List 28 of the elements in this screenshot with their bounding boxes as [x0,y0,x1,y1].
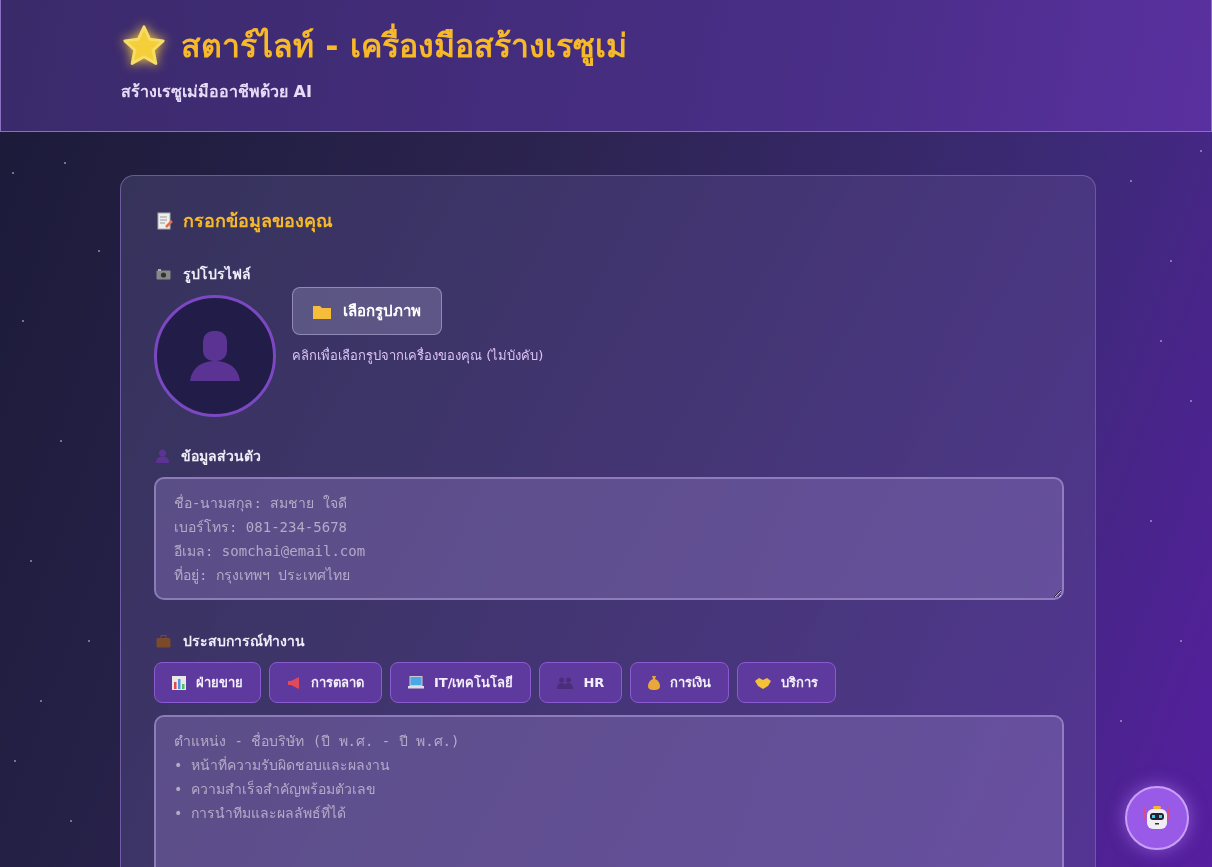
profile-label: รูปโปรไฟล์ [183,264,251,285]
work-experience-label: ประสบการณ์ทำงาน [183,632,305,651]
choose-image-button[interactable]: เลือกรูปภาพ [292,287,442,335]
person-silhouette-icon [190,331,240,381]
bar-chart-icon [172,675,186,690]
profile-hint: คลิกเพื่อเลือกรูปจากเครื่องของคุณ (ไม่บังคับ) [292,346,544,366]
personal-info-label: ข้อมูลส่วนตัว [181,447,261,467]
industry-chip[interactable]: IT/เทคโนโลยี [390,662,532,703]
person-icon [156,449,169,463]
industry-chip[interactable]: การเงิน [630,662,730,703]
industry-chip[interactable]: บริการ [737,662,837,703]
work-experience-field[interactable]: ตำแหน่ง - ชื่อบริษัท (ปี พ.ศ. - ปี พ.ศ.) • หน้าที่ความรับผิดชอบและผลงาน • ความสำเร็จสำคัญพร้อมตัวเลข • การนำทีมและผลลัพธ์ที่ได้ [154,715,1064,867]
industry-chip[interactable]: HR [539,662,623,703]
app-subtitle: สร้างเรซูเม่มืออาชีพด้วย AI [121,81,313,104]
personal-info-field[interactable]: ชื่อ-นามสกุล: สมชาย ใจดี เบอร์โทร: 081-234-5678 อีเมล: somchai@email.com ที่อยู่: กรุงเทพฯ ประเทศไทย [154,477,1064,600]
folder-icon [313,303,331,319]
briefcase-icon [156,634,171,648]
industry-chip[interactable]: การตลาด [269,662,382,703]
laptop-icon [408,676,424,689]
robot-assistant-button[interactable] [1125,786,1189,850]
app-title: สตาร์ไลท์ - เครื่องมือสร้างเรซูเม่ [181,20,627,71]
form-title: กรอกข้อมูลของคุณ [183,209,333,235]
industry-chip[interactable]: ฝ่ายขาย [154,662,261,703]
money-bag-icon [648,675,661,690]
camera-icon [156,268,171,280]
memo-icon [157,211,173,230]
megaphone-icon [287,676,301,689]
people-icon [557,676,574,689]
